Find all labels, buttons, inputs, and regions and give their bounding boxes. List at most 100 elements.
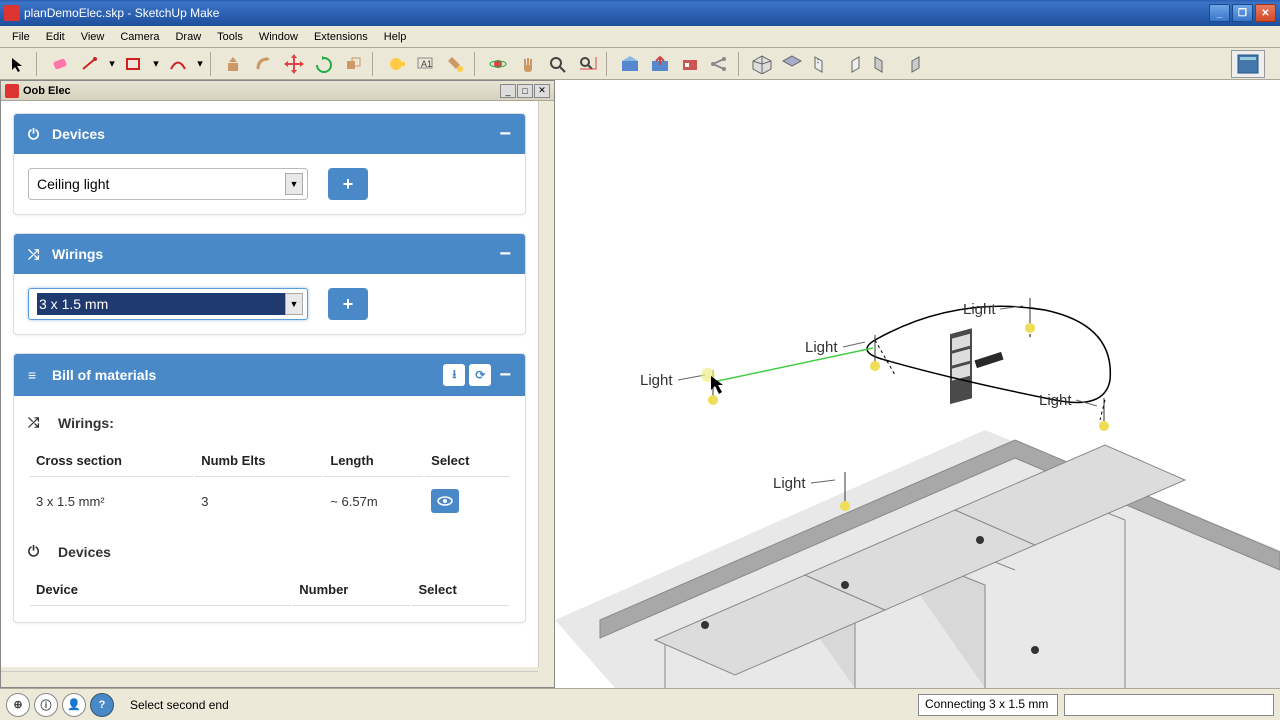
select-wiring-button[interactable]	[431, 489, 459, 513]
bom-refresh-button[interactable]: ⟳	[469, 364, 491, 386]
minimize-button[interactable]: _	[1209, 4, 1230, 22]
light-label: Light	[805, 339, 838, 356]
menu-bar: File Edit View Camera Draw Tools Window …	[0, 26, 1280, 48]
menu-edit[interactable]: Edit	[38, 29, 73, 45]
text-tool-icon[interactable]: A1	[412, 50, 440, 78]
add-device-button[interactable]: +	[328, 168, 368, 200]
back-view-icon[interactable]	[868, 50, 896, 78]
bom-download-button[interactable]: ⭳	[443, 364, 465, 386]
top-view-icon[interactable]	[778, 50, 806, 78]
help-icon[interactable]: ?	[90, 693, 114, 717]
cell-cross-section: 3 x 1.5 mm²	[30, 479, 193, 523]
panel-maximize-button[interactable]: □	[517, 84, 533, 98]
status-value-input[interactable]	[1064, 694, 1274, 716]
panel-vscrollbar[interactable]	[538, 101, 554, 667]
maximize-button[interactable]: ❐	[1232, 4, 1253, 22]
followme-tool-icon[interactable]	[250, 50, 278, 78]
menu-camera[interactable]: Camera	[112, 29, 167, 45]
menu-help[interactable]: Help	[376, 29, 415, 45]
status-bar: ⊕ ⓘ 👤 ? Select second end Connecting 3 x…	[0, 688, 1280, 720]
bom-title: Bill of materials	[52, 367, 439, 383]
chevron-down-icon[interactable]: ▼	[285, 293, 303, 315]
wirings-header[interactable]: ⤮ Wirings −	[14, 234, 525, 274]
bom-wirings-table: Cross section Numb Elts Length Select 3 …	[28, 443, 511, 525]
arc-tool-icon[interactable]	[164, 50, 192, 78]
bom-wirings-label: Wirings	[58, 415, 109, 431]
geo-icon[interactable]: ⊕	[6, 693, 30, 717]
select-tool-icon[interactable]	[4, 50, 32, 78]
zoomextents-tool-icon[interactable]	[574, 50, 602, 78]
pan-tool-icon[interactable]	[514, 50, 542, 78]
layout-icon[interactable]	[1231, 50, 1265, 78]
bom-wirings-section: ⤮ Wirings:	[28, 414, 511, 431]
move-tool-icon[interactable]	[280, 50, 308, 78]
menu-extensions[interactable]: Extensions	[306, 29, 376, 45]
left-view-icon[interactable]	[898, 50, 926, 78]
panel-app-icon	[5, 84, 19, 98]
paint-tool-icon[interactable]	[442, 50, 470, 78]
extension-warehouse-icon[interactable]	[676, 50, 704, 78]
close-button[interactable]: ✕	[1255, 4, 1276, 22]
power-icon: ⏻	[28, 543, 48, 560]
panel-minimize-button[interactable]: _	[500, 84, 516, 98]
scale-tool-icon[interactable]	[340, 50, 368, 78]
line-tool-icon[interactable]	[76, 50, 104, 78]
status-measurement: Connecting 3 x 1.5 mm	[918, 694, 1058, 716]
iso-view-icon[interactable]	[748, 50, 776, 78]
menu-draw[interactable]: Draw	[167, 29, 209, 45]
devices-collapse-button[interactable]: −	[499, 124, 511, 144]
shape-dropdown-icon[interactable]: ▾	[150, 50, 162, 78]
eraser-tool-icon[interactable]	[46, 50, 74, 78]
col-select: Select	[412, 574, 509, 606]
arc-dropdown-icon[interactable]: ▾	[194, 50, 206, 78]
line-dropdown-icon[interactable]: ▾	[106, 50, 118, 78]
warehouse-share-icon[interactable]	[646, 50, 674, 78]
oob-elec-panel: Oob Elec _ □ ✕ ⏻ Devices − Ceiling light…	[0, 80, 555, 688]
devices-card: ⏻ Devices − Ceiling light ▼ +	[13, 113, 526, 215]
bom-devices-table: Device Number Select	[28, 572, 511, 608]
menu-view[interactable]: View	[73, 29, 113, 45]
light-label: Light	[773, 475, 806, 492]
wirings-card: ⤮ Wirings − 3 x 1.5 mm ▼ +	[13, 233, 526, 335]
menu-tools[interactable]: Tools	[209, 29, 251, 45]
main-toolbar: ▾ ▾ ▾ A1	[0, 48, 1280, 80]
bom-card: ≡ Bill of materials ⭳ ⟳ − ⤮ Wirings: Cro…	[13, 353, 526, 623]
panel-titlebar[interactable]: Oob Elec _ □ ✕	[1, 81, 554, 101]
wirings-title: Wirings	[52, 246, 491, 262]
right-view-icon[interactable]	[838, 50, 866, 78]
3d-viewport[interactable]: Light Light Light Light Light	[555, 80, 1280, 688]
sketchup-icon	[4, 5, 20, 21]
bom-devices-section: ⏻ Devices	[28, 543, 511, 560]
wirings-collapse-button[interactable]: −	[499, 244, 511, 264]
chevron-down-icon[interactable]: ▼	[285, 173, 303, 195]
panel-hscrollbar[interactable]	[1, 671, 538, 687]
warehouse-icon[interactable]	[616, 50, 644, 78]
devices-title: Devices	[52, 126, 491, 142]
shape-tool-icon[interactable]	[120, 50, 148, 78]
window-title: planDemoElec.skp - SketchUp Make	[24, 6, 1209, 20]
share-icon[interactable]	[706, 50, 734, 78]
orbit-tool-icon[interactable]	[484, 50, 512, 78]
credits-icon[interactable]: ⓘ	[34, 693, 58, 717]
power-icon: ⏻	[28, 126, 44, 143]
col-device: Device	[30, 574, 291, 606]
add-wiring-button[interactable]: +	[328, 288, 368, 320]
bom-collapse-button[interactable]: −	[499, 365, 511, 385]
tape-tool-icon[interactable]	[382, 50, 410, 78]
device-select[interactable]: Ceiling light ▼	[28, 168, 308, 200]
bom-header[interactable]: ≡ Bill of materials ⭳ ⟳ −	[14, 354, 525, 396]
zoom-tool-icon[interactable]	[544, 50, 572, 78]
menu-window[interactable]: Window	[251, 29, 306, 45]
rotate-tool-icon[interactable]	[310, 50, 338, 78]
user-icon[interactable]: 👤	[62, 693, 86, 717]
menu-file[interactable]: File	[4, 29, 38, 45]
device-select-value: Ceiling light	[37, 176, 285, 192]
pushpull-tool-icon[interactable]	[220, 50, 248, 78]
front-view-icon[interactable]	[808, 50, 836, 78]
devices-header[interactable]: ⏻ Devices −	[14, 114, 525, 154]
wiring-select[interactable]: 3 x 1.5 mm ▼	[28, 288, 308, 320]
panel-close-button[interactable]: ✕	[534, 84, 550, 98]
cell-length: ~ 6.57m	[324, 479, 423, 523]
panel-body: ⏻ Devices − Ceiling light ▼ +	[1, 101, 538, 667]
col-numb-elts: Numb Elts	[195, 445, 322, 477]
